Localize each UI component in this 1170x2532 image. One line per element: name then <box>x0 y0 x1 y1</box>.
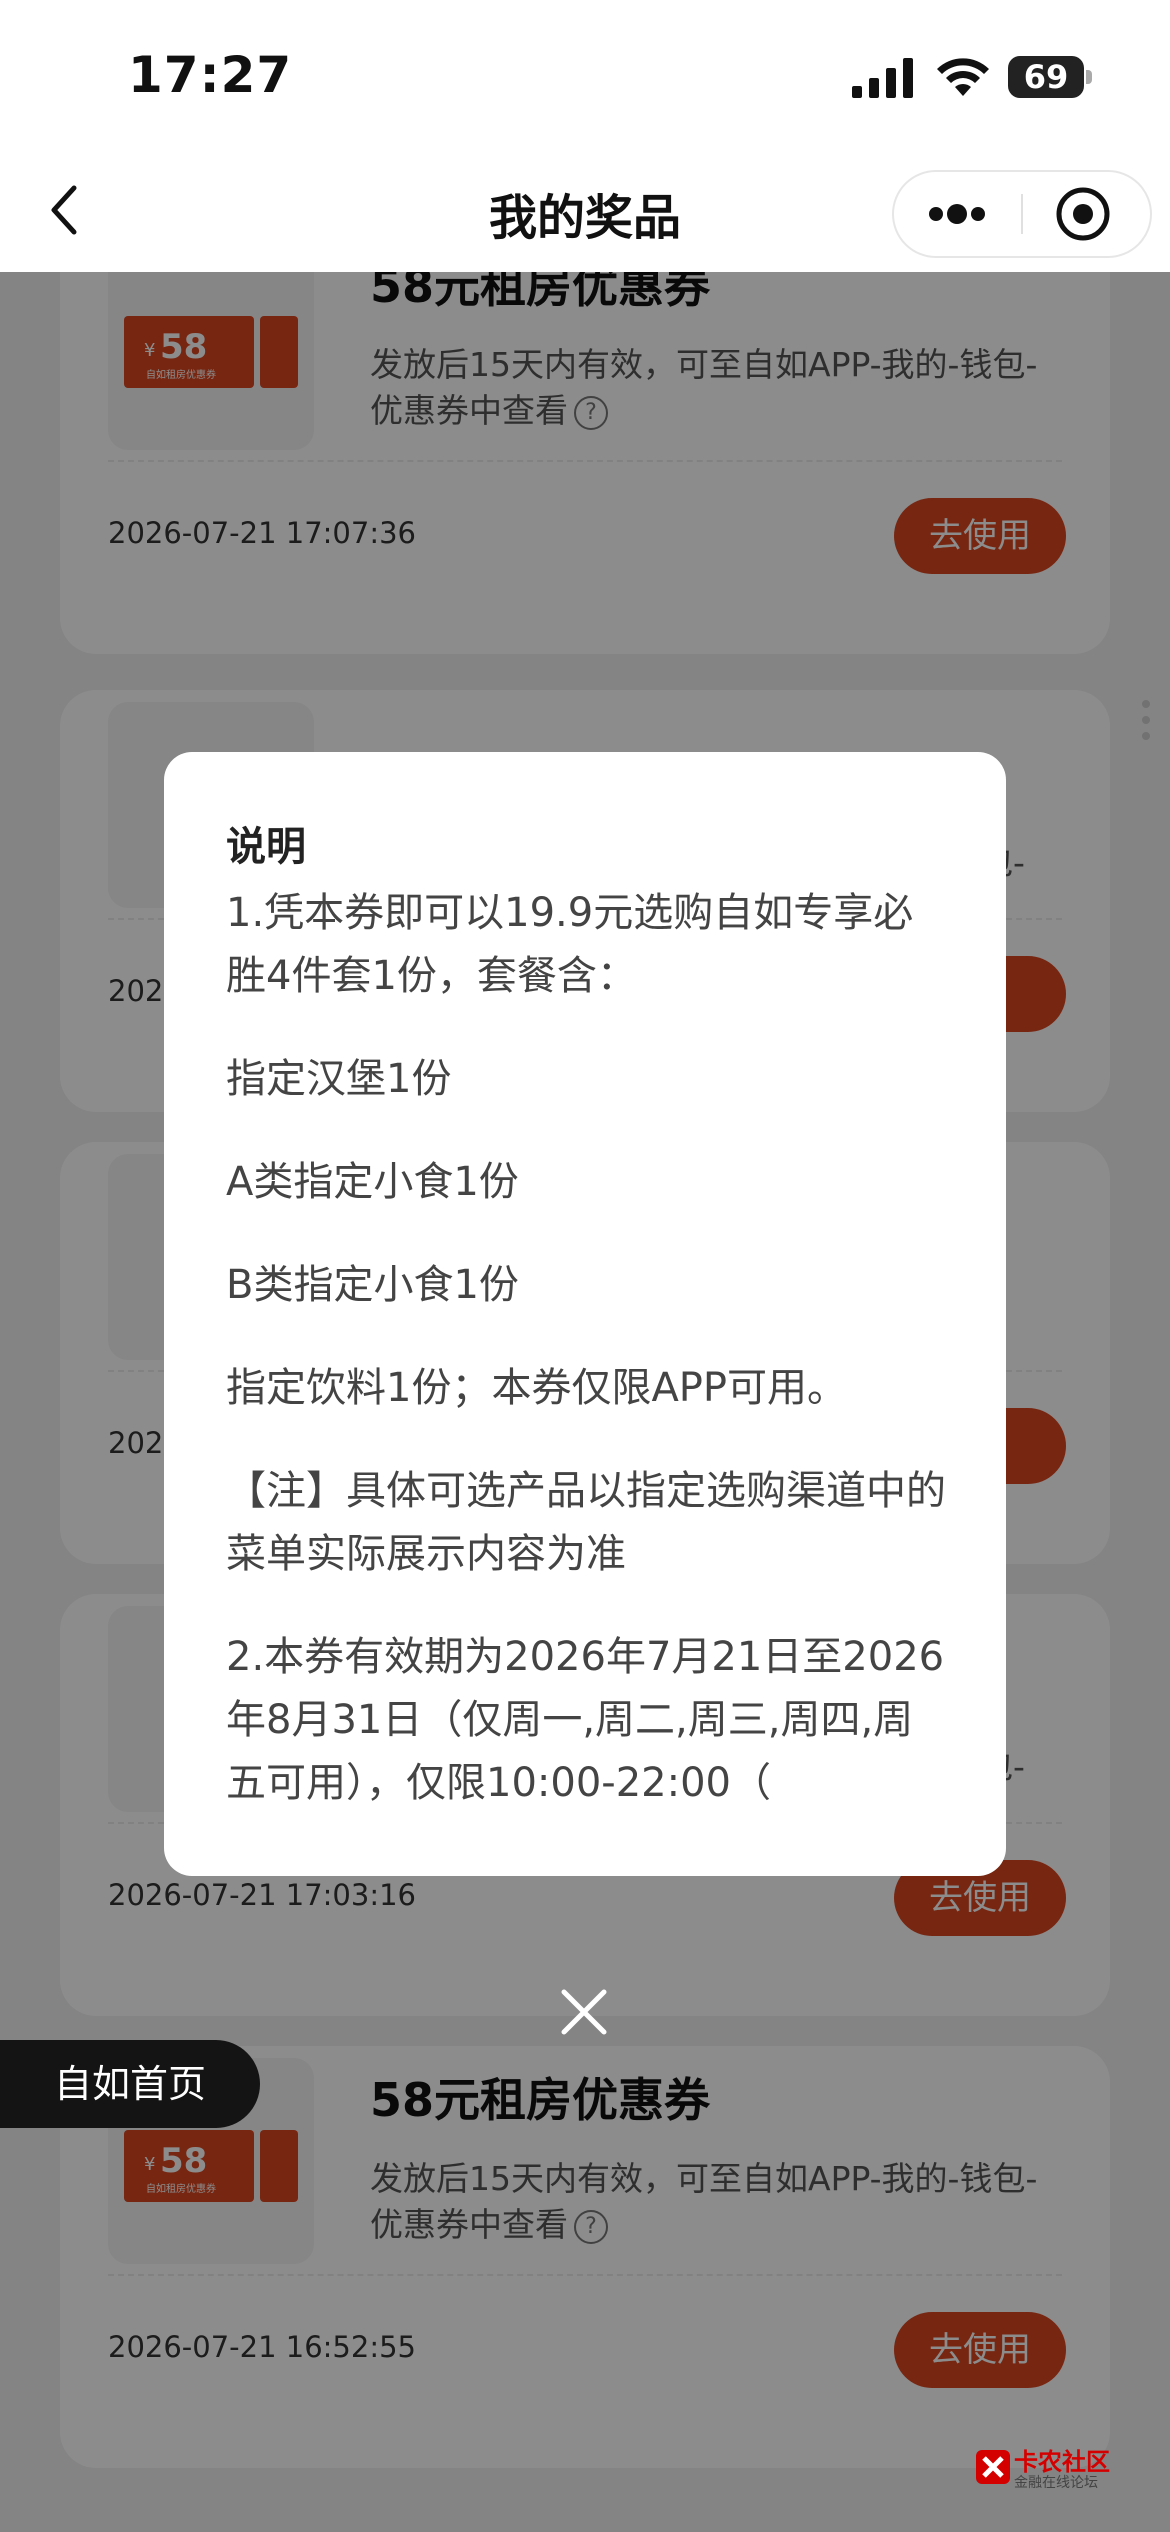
close-icon[interactable] <box>558 1986 610 2038</box>
status-bar: 17:27 69 <box>0 0 1170 150</box>
dialog-paragraph: A类指定小食1份 <box>226 1159 519 1205</box>
battery-indicator: 69 <box>1008 56 1084 98</box>
signal-icon <box>852 58 913 98</box>
home-button[interactable]: 自如首页 <box>0 2040 260 2128</box>
dialog-paragraph: 1.凭本券即可以19.9元选购自如专享必胜4件套1份，套餐含： <box>226 890 914 999</box>
dialog-paragraph: 指定汉堡1份 <box>226 1056 452 1102</box>
more-icon[interactable] <box>894 172 1021 256</box>
dialog-title: 说明 <box>226 824 306 870</box>
status-time: 17:27 <box>128 46 293 104</box>
dialog-content[interactable]: 说明 1.凭本券即可以19.9元选购自如专享必胜4件套1份，套餐含： 指定汉堡1… <box>226 814 946 1814</box>
watermark: 卡农社区 金融在线论坛 <box>974 2442 1154 2492</box>
battery-level: 69 <box>1023 58 1069 96</box>
dialog-paragraph: 指定饮料1份；本券仅限APP可用。 <box>226 1365 848 1411</box>
dialog-paragraph: B类指定小食1份 <box>226 1262 519 1308</box>
wifi-icon <box>937 58 989 96</box>
mini-program-capsule <box>892 170 1152 258</box>
watermark-logo-icon <box>976 2450 1010 2484</box>
description-dialog: 说明 1.凭本券即可以19.9元选购自如专享必胜4件套1份，套餐含： 指定汉堡1… <box>164 752 1006 1876</box>
close-miniprogram-icon[interactable] <box>1023 172 1150 256</box>
watermark-sub: 金融在线论坛 <box>1014 2475 1098 2491</box>
dialog-paragraph: 【注】具体可选产品以指定选购渠道中的菜单实际展示内容为准 <box>226 1468 946 1577</box>
nav-bar: 我的奖品 <box>0 150 1170 272</box>
battery-tip <box>1086 70 1092 84</box>
dialog-paragraph: 2.本券有效期为2026年7月21日至2026年8月31日（仅周一,周二,周三,… <box>226 1634 945 1806</box>
